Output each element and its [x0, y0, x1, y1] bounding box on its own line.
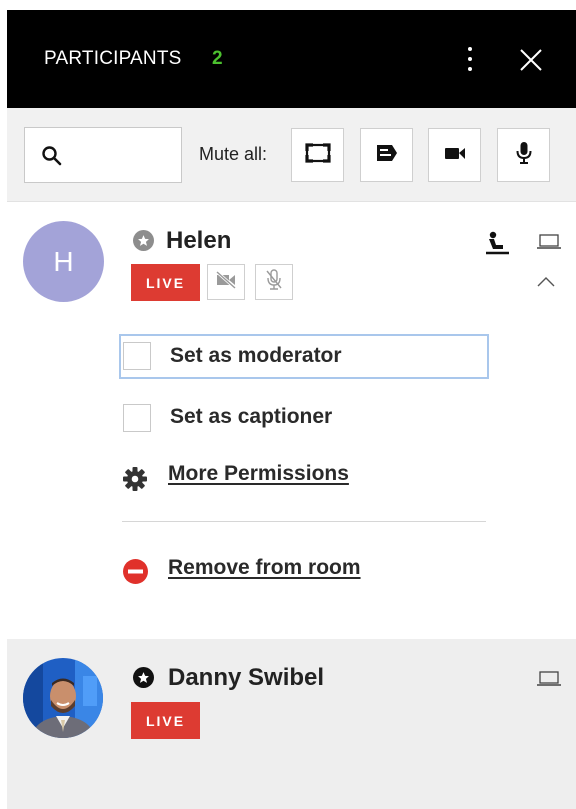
search-icon	[41, 145, 63, 167]
header-title: PARTICIPANTS	[44, 48, 182, 69]
moderator-seat-icon[interactable]	[485, 230, 511, 256]
mute-audio-button[interactable]	[497, 128, 550, 182]
star-circle-outline-icon[interactable]	[133, 230, 154, 251]
mute-video-button[interactable]	[428, 128, 481, 182]
participant-name-danny: Danny Swibel	[168, 664, 325, 691]
set-captioner-checkbox[interactable]	[123, 404, 151, 432]
menu-divider	[122, 521, 486, 522]
gear-icon	[121, 465, 149, 493]
mic-off-icon	[265, 268, 283, 296]
captions-icon	[375, 143, 399, 168]
participant-name-helen: Helen	[166, 227, 232, 254]
search-input[interactable]	[77, 142, 177, 170]
microphone-icon	[515, 141, 533, 170]
remove-from-room-link[interactable]: Remove from room	[168, 556, 361, 580]
more-permissions-link[interactable]: More Permissions	[168, 462, 349, 486]
chevron-up-icon[interactable]	[535, 275, 557, 289]
mute-screenshare-button[interactable]	[291, 128, 344, 182]
avatar-danny	[23, 658, 103, 738]
star-circle-filled-icon[interactable]	[133, 667, 154, 688]
participant-count: 2	[212, 48, 223, 69]
video-off-icon	[215, 270, 237, 295]
remove-icon[interactable]	[122, 558, 149, 585]
mic-off-status	[255, 264, 293, 300]
search-box[interactable]	[24, 127, 182, 183]
laptop-icon	[536, 670, 562, 688]
mute-captions-button[interactable]	[360, 128, 413, 182]
screenshare-icon	[304, 142, 331, 168]
set-moderator-checkbox[interactable]	[123, 342, 151, 370]
mute-all-label: Mute all:	[199, 144, 268, 164]
close-icon[interactable]	[517, 46, 545, 74]
set-captioner-label[interactable]: Set as captioner	[170, 405, 332, 429]
live-badge: LIVE	[131, 702, 200, 739]
video-off-status	[207, 264, 245, 300]
avatar-helen: H	[23, 221, 104, 302]
live-badge: LIVE	[131, 264, 200, 301]
video-camera-icon	[443, 145, 467, 166]
more-options-icon[interactable]	[465, 47, 475, 73]
set-moderator-label[interactable]: Set as moderator	[170, 344, 342, 368]
laptop-icon	[536, 233, 562, 251]
